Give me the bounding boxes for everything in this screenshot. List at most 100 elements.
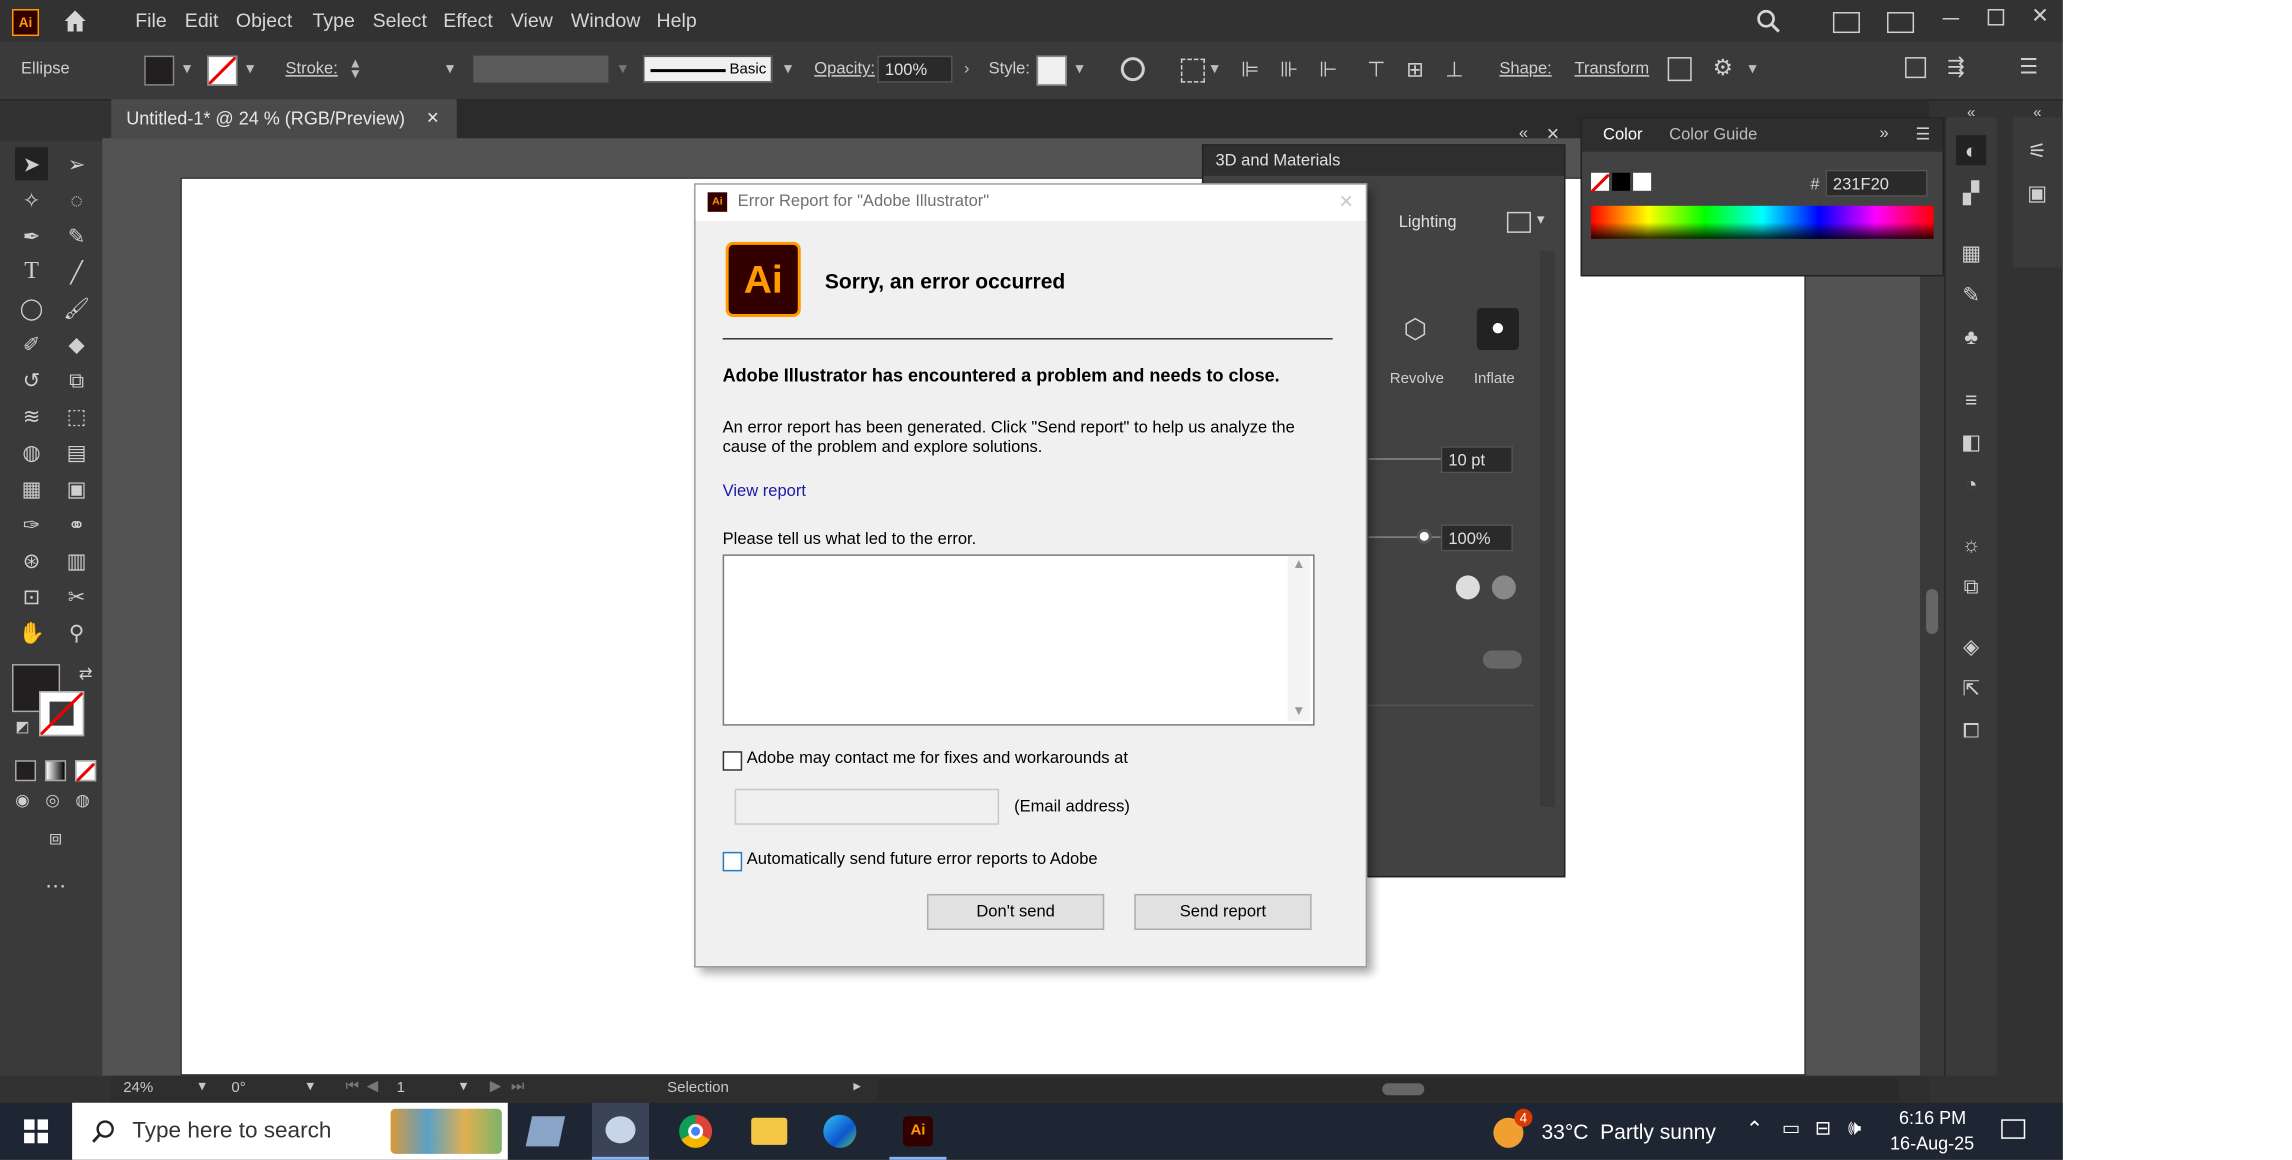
scroll-thumb[interactable] (1382, 1083, 1425, 1096)
chevron-down-icon[interactable]: ▾ (1205, 60, 1225, 80)
prev-artboard-icon[interactable]: ◀ (367, 1079, 379, 1096)
render-settings-icon[interactable] (1506, 211, 1531, 233)
menu-file[interactable]: File (135, 9, 166, 32)
notification-icon[interactable] (2001, 1119, 2026, 1139)
toggle-switch[interactable] (1482, 650, 1522, 669)
panel-menu-icon[interactable]: ☰ (1916, 125, 1931, 144)
menu-edit[interactable]: Edit (185, 9, 219, 32)
lasso-icon[interactable]: ◌ (60, 183, 93, 216)
live-paint-icon[interactable]: ▤ (60, 436, 93, 469)
type-tool-icon[interactable]: T (15, 255, 48, 288)
cap-off-icon[interactable] (1491, 575, 1516, 600)
free-transform-icon[interactable]: ⬚ (60, 400, 93, 433)
chevron-down-icon[interactable]: ▾ (1537, 212, 1545, 229)
align-right-icon[interactable]: ⊩ (1319, 57, 1337, 83)
tab-color-guide[interactable]: Color Guide (1669, 126, 1757, 144)
chevron-down-icon[interactable]: ▾ (1070, 60, 1090, 80)
weather-text[interactable]: 33°C Partly sunny (1541, 1119, 1715, 1143)
collapse-icon[interactable] (1905, 57, 1927, 79)
task-view-icon[interactable] (525, 1116, 566, 1147)
scroll-thumb[interactable] (1926, 588, 1939, 635)
shaper-tool-icon[interactable]: ✐ (15, 328, 48, 361)
color-spectrum[interactable] (1591, 205, 1934, 239)
last-artboard-icon[interactable]: ⏭ (511, 1079, 525, 1096)
draw-normal-icon[interactable]: ◉ (6, 784, 39, 817)
chevron-right-icon[interactable]: › (957, 60, 977, 80)
transform-label[interactable]: Transform (1575, 60, 1650, 78)
eraser-icon[interactable]: ◆ (60, 328, 93, 361)
black-color-icon[interactable] (1612, 172, 1631, 191)
gradient-panel-icon[interactable]: ◧ (1956, 427, 1986, 457)
brush-definition[interactable]: Basic (643, 55, 773, 83)
vertical-scrollbar[interactable] (1920, 138, 1945, 1076)
variable-width-profile[interactable] (473, 55, 609, 83)
view-report-link[interactable]: View report (723, 482, 806, 500)
dialog-titlebar[interactable]: Ai Error Report for "Adobe Illustrator" … (695, 184, 1366, 221)
chevron-down-icon[interactable]: ▾ (1743, 60, 1763, 80)
chevron-down-icon[interactable]: ▾ (306, 1079, 314, 1096)
percent-field[interactable]: 100% (1440, 524, 1513, 552)
gear-icon[interactable]: ⚙ (1713, 54, 1733, 82)
collapse-dock-icon[interactable]: « (2022, 99, 2052, 129)
layers-icon[interactable]: ◈ (1956, 631, 1986, 661)
chevron-down-icon[interactable]: ▾ (177, 60, 197, 80)
chevron-down-icon[interactable]: ▾ (460, 1079, 468, 1096)
opacity-label[interactable]: Opacity: (814, 60, 875, 78)
menu-window[interactable]: Window (571, 9, 640, 32)
magic-wand-icon[interactable]: ✧ (15, 183, 48, 216)
chrome-icon[interactable] (679, 1114, 713, 1148)
artboard-number[interactable]: 1 (397, 1080, 405, 1097)
color-mode-icon[interactable] (15, 760, 37, 782)
send-report-button[interactable]: Send report (1134, 893, 1312, 930)
volume-icon[interactable]: 🕪 (1848, 1115, 1861, 1141)
auto-send-checkbox[interactable] (722, 851, 743, 872)
gradient-mode-icon[interactable] (45, 760, 67, 782)
chevron-down-icon[interactable]: ▾ (613, 60, 633, 80)
ellipse-tool-icon[interactable]: ◯ (15, 291, 48, 324)
color-panel-icon[interactable]: ◐ (1956, 135, 1987, 166)
menu-help[interactable]: Help (657, 9, 697, 32)
chevron-down-icon[interactable]: ▾ (198, 1079, 206, 1096)
chevron-down-icon[interactable]: ▾ (778, 60, 798, 80)
scale-tool-icon[interactable]: ⧉ (60, 364, 93, 397)
revolve-icon[interactable]: ⬡ (1399, 314, 1432, 347)
shape-builder-icon[interactable]: ◍ (15, 436, 48, 469)
panel-scrollbar[interactable] (1539, 250, 1555, 807)
stroke-swatch[interactable] (207, 55, 238, 86)
align-left-icon[interactable]: ⊫ (1241, 57, 1259, 83)
swatches-icon[interactable]: ▦ (1956, 237, 1986, 267)
align-middle-icon[interactable]: ⊞ (1406, 57, 1424, 83)
clock-time[interactable]: 6:16 PM (1899, 1107, 1966, 1128)
more-tools-icon[interactable]: ⋯ (39, 868, 72, 901)
contact-checkbox[interactable] (722, 751, 743, 771)
libraries-icon[interactable]: ▣ (2022, 177, 2052, 207)
none-color-icon[interactable] (1589, 172, 1611, 194)
menu-type[interactable]: Type (312, 9, 354, 32)
taskbar-app-active[interactable] (591, 1102, 650, 1160)
workspace-icon[interactable] (1832, 12, 1860, 34)
chevron-down-icon[interactable]: ▾ (440, 60, 460, 80)
chevron-down-icon[interactable]: ▾ (240, 60, 260, 80)
minimize-icon[interactable] (1942, 18, 1960, 20)
artboard-tool-icon[interactable]: ⊡ (15, 580, 48, 613)
file-explorer-icon[interactable] (751, 1117, 788, 1145)
close-window-icon[interactable]: ✕ (2031, 3, 2049, 29)
slice-tool-icon[interactable]: ✂ (60, 580, 93, 613)
opacity-field[interactable]: 100% (877, 55, 953, 83)
stroke-panel-icon[interactable]: ≡ (1956, 385, 1986, 415)
expand-panel-icon[interactable]: » (1880, 125, 1889, 143)
panel-title[interactable]: 3D and Materials (1215, 152, 1340, 170)
hand-tool-icon[interactable]: ✋ (15, 616, 48, 649)
stepper-icon[interactable]: ▲ ▼ (346, 56, 366, 80)
screen-mode-icon[interactable]: ⧈ (39, 820, 72, 853)
menu-object[interactable]: Object (236, 9, 292, 32)
stroke-color-box[interactable] (39, 691, 85, 737)
scroll-down-icon[interactable]: ▼ (1292, 703, 1305, 718)
depth-field[interactable]: 10 pt (1440, 446, 1513, 474)
cap-on-icon[interactable] (1455, 575, 1480, 600)
none-mode-icon[interactable] (75, 760, 97, 783)
horizontal-scrollbar[interactable] (877, 1078, 1900, 1100)
default-colors-icon[interactable]: ◩ (6, 712, 39, 745)
warp-tool-icon[interactable]: ≋ (15, 400, 48, 433)
fill-swatch[interactable] (144, 55, 175, 86)
